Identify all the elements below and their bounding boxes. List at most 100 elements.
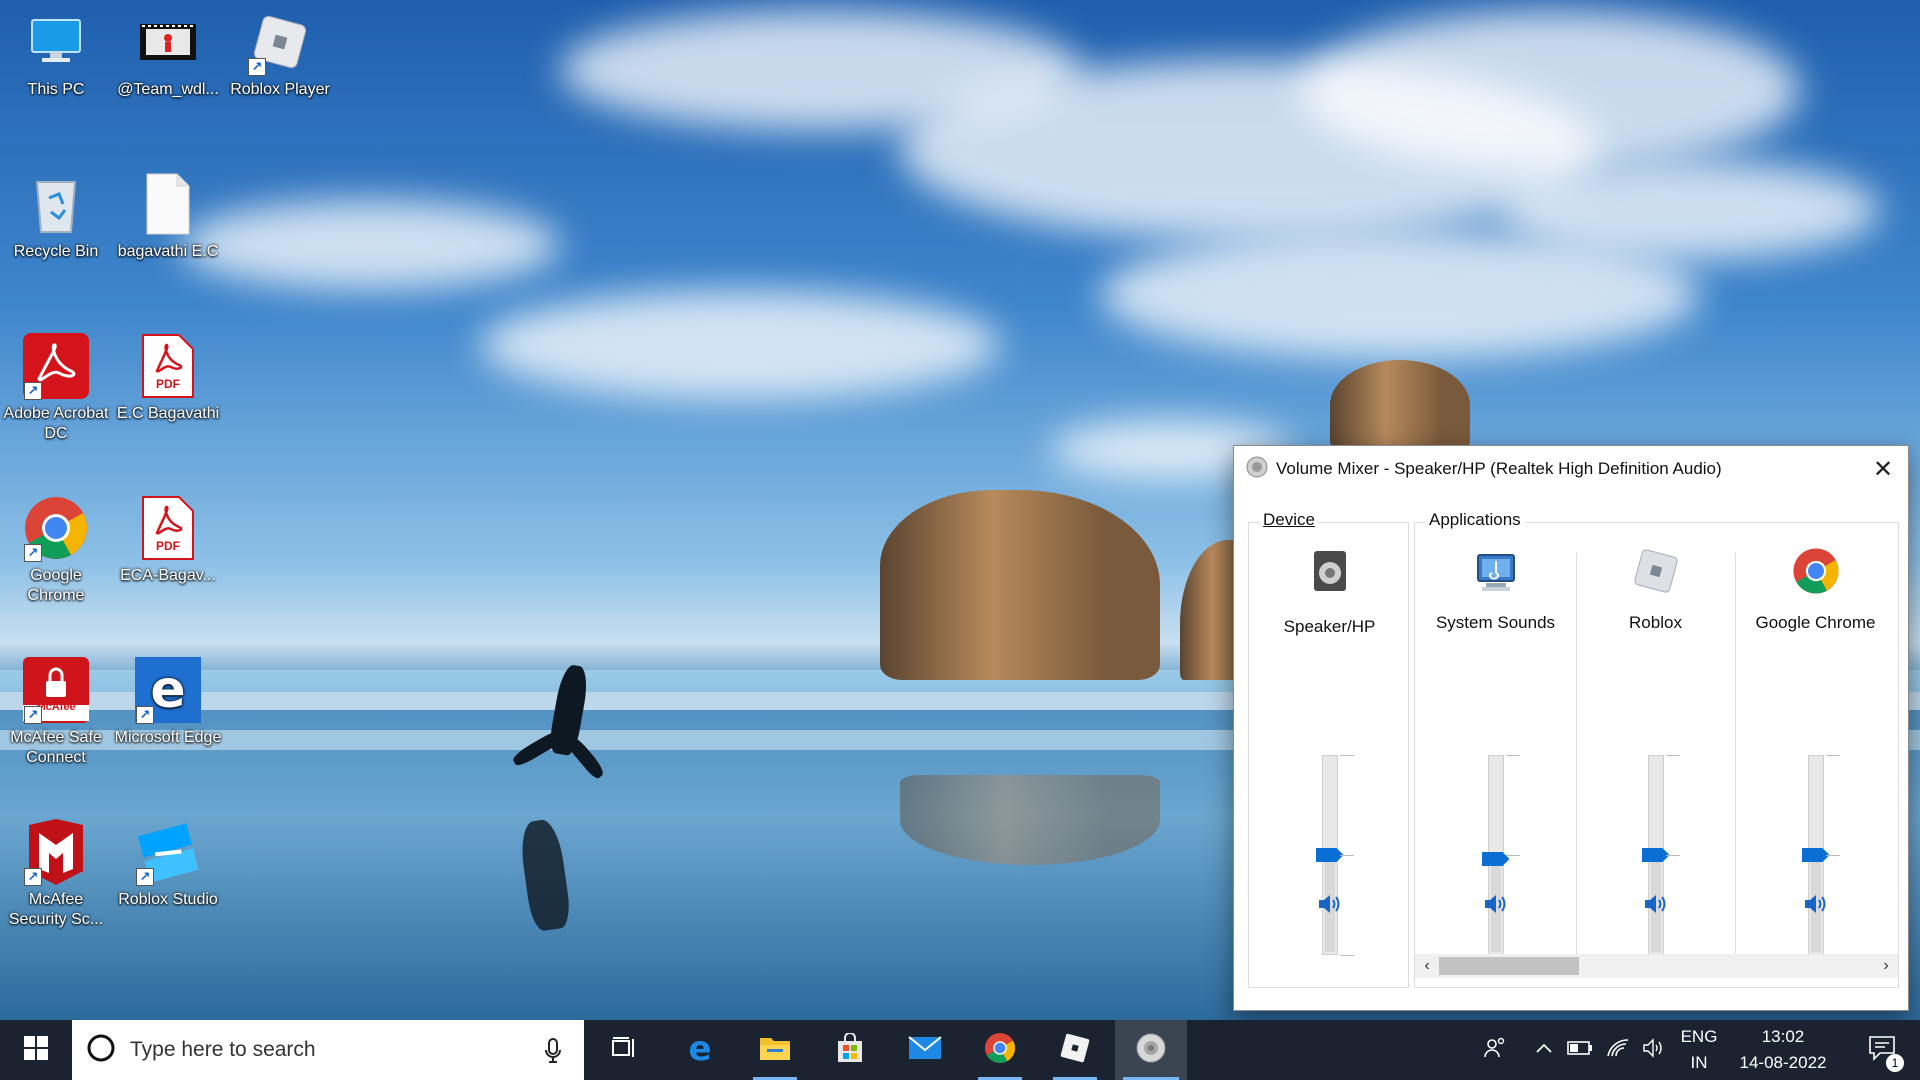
- task-view-button[interactable]: [594, 1020, 654, 1080]
- store-bag-icon: [835, 1031, 865, 1068]
- desktop-icon-team-video[interactable]: @Team_wdl...: [114, 8, 222, 100]
- speaker-app-icon: [1246, 456, 1268, 483]
- chevron-up-icon: [1535, 1041, 1553, 1059]
- region-code: IN: [1690, 1053, 1708, 1072]
- shortcut-arrow-icon: ↗: [24, 382, 42, 400]
- clock[interactable]: 13:02 14-08-2022: [1728, 1020, 1838, 1080]
- mixer-titlebar[interactable]: Volume Mixer - Speaker/HP (Realtek High …: [1234, 446, 1908, 492]
- roblox-icon[interactable]: [1632, 547, 1680, 595]
- app-name-system-sounds: System Sounds: [1435, 613, 1556, 632]
- close-button[interactable]: ✕: [1858, 446, 1908, 492]
- shortcut-arrow-icon: ↗: [24, 544, 42, 562]
- shortcut-arrow-icon: ↗: [136, 868, 154, 886]
- speaker-volume-icon: [1803, 893, 1829, 920]
- app-name-google-chrome: Google Chrome: [1755, 613, 1876, 632]
- pdf-file-icon: PDF: [134, 332, 202, 400]
- desktop-icon-eca-bagav-pdf[interactable]: PDF ECA-Bagav...: [114, 494, 222, 586]
- speaker-volume-icon: [1483, 893, 1509, 920]
- desktop-icon-this-pc[interactable]: This PC: [2, 8, 110, 100]
- network-indicator[interactable]: [1600, 1020, 1636, 1080]
- slider-tick: [1825, 855, 1840, 856]
- taskbar-file-explorer[interactable]: [745, 1020, 805, 1080]
- desktop-icon-google-chrome[interactable]: ↗ Google Chrome: [2, 494, 110, 606]
- scroll-right-button[interactable]: ›: [1874, 954, 1898, 978]
- system-sounds-mute-button[interactable]: [1481, 891, 1511, 921]
- desktop-icon-bagavathi-file[interactable]: bagavathi E.C: [114, 170, 222, 262]
- speaker-volume-icon: [1643, 893, 1669, 920]
- chrome-mute-button[interactable]: [1801, 891, 1831, 921]
- desktop-icon-recycle-bin[interactable]: Recycle Bin: [2, 170, 110, 262]
- video-file-icon: [134, 8, 202, 76]
- battery-icon: [1567, 1040, 1593, 1060]
- desktop-icon-mcafee-security-scan[interactable]: ↗ McAfee Security Sc...: [2, 818, 110, 930]
- taskbar-mail[interactable]: [895, 1020, 955, 1080]
- pdf-badge-text: PDF: [156, 539, 180, 553]
- microphone-icon[interactable]: [544, 1038, 562, 1069]
- speaker-device-icon[interactable]: [1306, 547, 1354, 595]
- people-button[interactable]: [1475, 1020, 1515, 1080]
- input-language-indicator[interactable]: ENG IN: [1676, 1020, 1722, 1080]
- chevron-right-icon: ›: [1883, 957, 1889, 974]
- roblox-icon: [1060, 1033, 1090, 1068]
- recycle-bin-icon: [22, 170, 90, 238]
- notification-icon: 1: [1868, 1035, 1904, 1072]
- notification-count-badge: 1: [1886, 1053, 1904, 1072]
- taskbar-edge[interactable]: e: [670, 1020, 730, 1080]
- applications-horizontal-scrollbar[interactable]: ‹ ›: [1415, 954, 1898, 978]
- chrome-icon: [984, 1032, 1016, 1069]
- folder-icon: [759, 1035, 791, 1066]
- roblox-icon: ↗: [246, 8, 314, 76]
- search-placeholder: Type here to search: [130, 1038, 316, 1061]
- applications-group: Applications System Sounds Roblox Google…: [1414, 510, 1899, 988]
- desktop-icon-ec-bagavathi-pdf[interactable]: PDF E.C Bagavathi: [114, 332, 222, 424]
- slider-tick: [1665, 855, 1680, 856]
- wifi-icon: [1606, 1038, 1630, 1063]
- cortana-circle-icon: [86, 1033, 116, 1068]
- slider-tick: [1339, 855, 1354, 856]
- pdf-badge-text: PDF: [156, 377, 180, 391]
- edge-icon: e: [684, 1029, 716, 1069]
- taskbar-roblox[interactable]: [1045, 1020, 1105, 1080]
- svg-text:e: e: [150, 660, 185, 720]
- slider-tick: [1665, 755, 1680, 756]
- action-center-button[interactable]: 1: [1852, 1020, 1912, 1080]
- volume-indicator[interactable]: [1636, 1020, 1672, 1080]
- device-group: Device Speaker/HP: [1248, 510, 1409, 988]
- adobe-acrobat-icon: ↗: [22, 332, 90, 400]
- show-hidden-icons-button[interactable]: [1528, 1020, 1560, 1080]
- volume-mixer-window: Volume Mixer - Speaker/HP (Realtek High …: [1233, 445, 1909, 1011]
- slider-tick: [1825, 755, 1840, 756]
- scrollbar-thumb[interactable]: [1439, 957, 1579, 975]
- chrome-icon[interactable]: [1792, 547, 1840, 595]
- taskbar-microsoft-store[interactable]: [820, 1020, 880, 1080]
- shortcut-arrow-icon: ↗: [24, 868, 42, 886]
- desktop-icon-roblox-player[interactable]: ↗ Roblox Player: [226, 8, 334, 100]
- device-name[interactable]: Speaker/HP: [1251, 617, 1408, 637]
- desktop-icon-microsoft-edge[interactable]: e ↗ Microsoft Edge: [114, 656, 222, 748]
- mcafee-lock-icon: McAfee ↗: [22, 656, 90, 724]
- battery-indicator[interactable]: [1562, 1020, 1598, 1080]
- shortcut-arrow-icon: ↗: [136, 706, 154, 724]
- scroll-left-button[interactable]: ‹: [1415, 954, 1439, 978]
- roblox-mute-button[interactable]: [1641, 891, 1671, 921]
- desktop-icon-adobe-acrobat[interactable]: ↗ Adobe Acrobat DC: [2, 332, 110, 444]
- taskbar-google-chrome[interactable]: [970, 1020, 1030, 1080]
- shortcut-arrow-icon: ↗: [248, 58, 266, 76]
- system-sounds-icon[interactable]: [1472, 547, 1520, 595]
- start-button[interactable]: [0, 1020, 72, 1080]
- desktop-icon-roblox-studio[interactable]: ↗ Roblox Studio: [114, 818, 222, 910]
- monitor-icon: [22, 8, 90, 76]
- device-mute-button[interactable]: [1315, 891, 1345, 921]
- close-icon: ✕: [1872, 455, 1894, 483]
- taskbar: Type here to search e ENG IN 13:02 14-08…: [0, 1020, 1920, 1080]
- taskbar-search-box[interactable]: Type here to search: [72, 1020, 584, 1080]
- windows-logo-icon: [24, 1035, 48, 1065]
- app-name-roblox: Roblox: [1629, 613, 1682, 632]
- mixer-title: Volume Mixer - Speaker/HP (Realtek High …: [1276, 459, 1722, 478]
- slider-tick: [1505, 855, 1520, 856]
- mcafee-shield-icon: ↗: [22, 818, 90, 886]
- desktop-icon-mcafee-safe-connect[interactable]: McAfee ↗ McAfee Safe Connect: [2, 656, 110, 768]
- slider-tick: [1339, 955, 1354, 956]
- edge-icon: e ↗: [134, 656, 202, 724]
- taskbar-volume-mixer[interactable]: [1115, 1020, 1187, 1080]
